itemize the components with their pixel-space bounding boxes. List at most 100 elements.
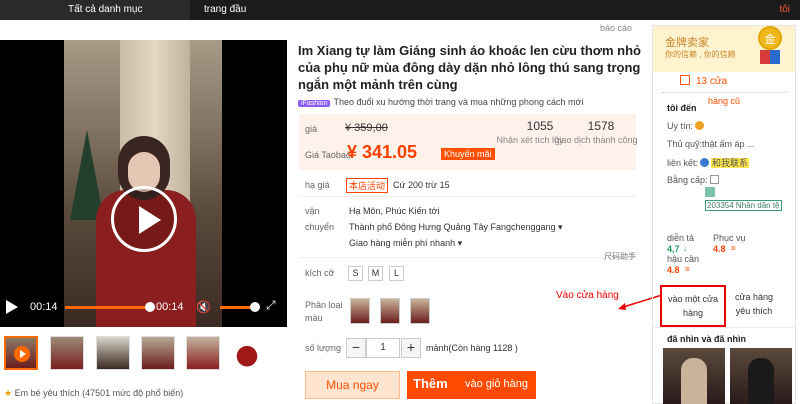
shipping-label-2: chuyển (305, 222, 335, 232)
thumbnail-image[interactable] (141, 336, 175, 370)
discount-label: hạ giá (305, 180, 330, 190)
desc-score-label: diễn tả (667, 233, 695, 243)
caret-down-icon: ▾ (558, 222, 563, 232)
seen-product-image[interactable] (663, 348, 725, 404)
transactions-label[interactable]: giao dịch thành công (551, 135, 641, 145)
all-categories-menu[interactable]: Tất cả danh mục (0, 0, 190, 20)
deposit-icon (705, 187, 715, 197)
play-pause-icon[interactable] (6, 300, 18, 314)
add-to-cart-button[interactable]: Thêm vào giỏ hàng (407, 371, 536, 399)
buy-now-button[interactable]: Mua ngay (305, 371, 400, 399)
quantity-input[interactable]: 1 (366, 338, 400, 358)
fashion-row: iFashion Theo đuổi xu hướng thời trang và… (298, 97, 583, 107)
quantity-minus-button[interactable]: − (346, 338, 366, 358)
fashion-text: Theo đuổi xu hướng thời trang và mua nhữ… (333, 97, 584, 107)
seller-heading: tôi đến (667, 103, 697, 113)
contact-link[interactable]: 和我联系 (711, 158, 750, 168)
seen-product-image[interactable] (730, 348, 792, 404)
home-link[interactable]: trang đầu (204, 0, 246, 20)
size-option-l[interactable]: L (389, 266, 404, 281)
product-title: Im Xiang tự làm Giáng sinh áo khoác len … (298, 43, 642, 92)
progress-bar[interactable] (65, 306, 147, 309)
quantity-plus-button[interactable]: + (401, 338, 421, 358)
logistics-score-label: hậu cần (667, 254, 700, 264)
user-link[interactable]: tôi (779, 0, 790, 20)
divider (653, 327, 795, 328)
shop-name: 13 cửa (696, 76, 728, 87)
gold-seller-subtitle: 你的信赖 , 你的信赖 (665, 50, 736, 59)
thumbnail-image[interactable] (96, 336, 130, 370)
favorite-shop-button[interactable]: cửa hàng yêu thích (728, 290, 780, 318)
discount-text: Cứ 200 trừ 15 (393, 180, 450, 190)
favorites-count: ★ Em bé yêu thích (47501 mức độ phổ biến… (4, 388, 183, 399)
color-swatch[interactable] (410, 298, 430, 324)
thumbnail-image[interactable] (186, 336, 220, 370)
shop-name-link[interactable]: 13 cửa (680, 75, 727, 87)
color-label-2: màu (305, 313, 323, 323)
equal-icon: = (685, 265, 690, 274)
credit-icon (695, 121, 705, 130)
caret-down-icon: ▾ (457, 238, 463, 248)
play-icon[interactable] (111, 186, 177, 252)
service-score: 4.8 (713, 244, 726, 254)
down-arrow-icon: ↓ (683, 244, 687, 253)
deposit-amount: 203354 Nhân dân tệ (705, 200, 782, 211)
equal-icon: = (731, 244, 736, 253)
video-controls: 00:14 00:14 🔇 ⤢ (0, 294, 287, 322)
service-row: Thủ quỹ:thật ấm áp ... (667, 139, 755, 149)
size-label: kích cỡ (305, 268, 335, 278)
color-label: Phân loại (305, 300, 343, 310)
color-swatch[interactable] (380, 298, 400, 324)
thumbnail-image[interactable] (230, 336, 264, 370)
service-score-label: Phục vụ (713, 233, 746, 243)
free-shipping-text: Giao hàng miễn phí nhanh (349, 238, 456, 248)
product-video[interactable] (0, 40, 287, 327)
credit-label: Uy tín: (667, 121, 694, 131)
annotation-text: Vào cửa hàng (556, 290, 619, 301)
star-icon: ★ (4, 388, 13, 398)
divider (662, 92, 788, 93)
thumbnail-video[interactable] (4, 336, 38, 370)
chat-icon[interactable] (700, 158, 710, 167)
fullscreen-icon[interactable]: ⤢ (266, 298, 276, 313)
current-price: ¥ 341.05 (347, 142, 418, 162)
ship-to-text: Thành phố Đông Hưng Quảng Tây Fangchengg… (349, 222, 556, 232)
video-play-icon (14, 346, 30, 362)
promo-badge: Khuyến mãi (441, 148, 495, 160)
service-value: thật ấm áp ... (702, 139, 755, 149)
enter-shop-button[interactable]: vào một cửa hàng (660, 285, 726, 327)
price-label: giá (305, 124, 318, 134)
shipping-label: vận (305, 206, 320, 216)
quantity-label: số lượng (305, 343, 341, 353)
contact-row: liên kết: 和我联系 (667, 156, 750, 169)
contact-label: liên kết: (667, 158, 699, 168)
price-box: giá ¥ 359,00 Giá Taobao ¥ 341.05 Khuyến … (299, 114, 638, 170)
size-helper-link[interactable]: 尺码助手 (604, 251, 636, 262)
cart-label-b: vào giỏ hàng (465, 378, 528, 390)
volume-bar[interactable] (220, 306, 254, 309)
original-price: ¥ 359,00 (345, 122, 388, 134)
time-current: 00:14 (30, 301, 58, 313)
cart-label-a: Thêm (413, 376, 448, 391)
logistics-score: 4.8 (667, 265, 680, 275)
size-option-s[interactable]: S (348, 266, 363, 281)
transactions-count: 1578 (587, 119, 615, 133)
favorites-text: Em bé yêu thích (47501 mức độ phổ biến) (14, 388, 184, 398)
top-nav: Tất cả danh mục trang đầu tôi (0, 0, 800, 20)
store-event-tag: 本店活动 (346, 178, 389, 193)
cert-row: Bằng cấp: (667, 175, 719, 185)
volume-handle[interactable] (250, 302, 260, 312)
thumbnail-image[interactable] (50, 336, 84, 370)
medal-ribbon (760, 50, 780, 64)
progress-handle[interactable] (145, 302, 155, 312)
color-swatch[interactable] (350, 298, 370, 324)
ifashion-badge: iFashion (298, 100, 331, 107)
free-shipping-select[interactable]: Giao hàng miễn phí nhanh ▾ (349, 238, 462, 249)
volume-muted-icon[interactable]: 🔇 (196, 300, 211, 314)
shop-age: hàng cũ (708, 96, 741, 106)
desc-score: 4,7 (667, 244, 680, 254)
report-link[interactable]: báo cáo (600, 23, 632, 33)
ship-to-select[interactable]: Thành phố Đông Hưng Quảng Tây Fangchengg… (349, 222, 563, 233)
credit-row: Uy tín: (667, 121, 705, 131)
size-option-m[interactable]: M (368, 266, 383, 281)
